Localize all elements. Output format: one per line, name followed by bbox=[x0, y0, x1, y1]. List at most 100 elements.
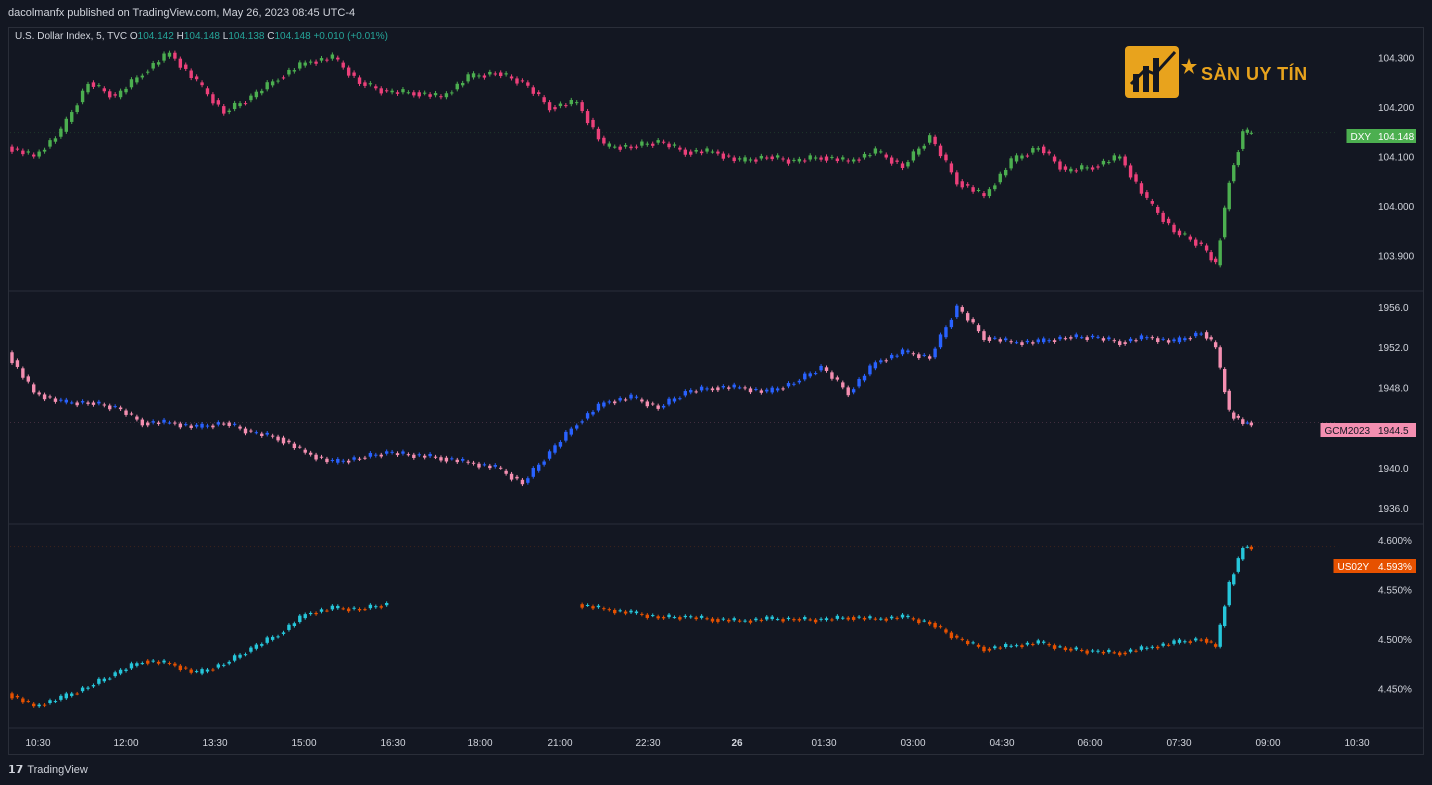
candle-body bbox=[249, 95, 253, 101]
candle-body bbox=[254, 644, 259, 649]
candle-body bbox=[955, 172, 959, 185]
candle-body bbox=[1139, 183, 1144, 194]
candle-body bbox=[184, 667, 188, 669]
candle-body bbox=[1085, 650, 1089, 654]
candle-body bbox=[955, 635, 959, 638]
candle-body bbox=[1069, 168, 1073, 172]
candle-body bbox=[238, 654, 242, 658]
candle-body bbox=[243, 428, 248, 434]
candle-body bbox=[450, 458, 454, 460]
candle-body bbox=[1042, 146, 1046, 154]
candle-body bbox=[504, 73, 508, 75]
candle-body bbox=[439, 96, 443, 98]
candle-body bbox=[754, 618, 758, 621]
candle-body bbox=[1172, 640, 1176, 644]
candle-body bbox=[352, 72, 356, 76]
candle-body bbox=[1042, 641, 1046, 643]
candle-body bbox=[113, 406, 117, 408]
candle-body bbox=[118, 669, 123, 674]
candle-body bbox=[265, 82, 269, 90]
candle-body bbox=[1134, 340, 1138, 342]
candle-body bbox=[1025, 155, 1030, 157]
candle-body bbox=[341, 608, 345, 610]
candle-body bbox=[113, 94, 117, 96]
candle-body bbox=[580, 102, 584, 112]
candle-body bbox=[797, 158, 802, 162]
candle-body bbox=[243, 103, 248, 105]
candle-body bbox=[949, 632, 954, 639]
candle-body bbox=[922, 620, 926, 622]
candle-body bbox=[803, 160, 807, 162]
candle-body bbox=[661, 141, 666, 143]
candle-body bbox=[607, 609, 611, 611]
candle-body bbox=[439, 457, 443, 461]
candle-body bbox=[781, 388, 785, 390]
candle-body bbox=[1145, 647, 1149, 649]
candle-body bbox=[737, 158, 742, 160]
candle-body bbox=[1232, 165, 1236, 182]
candle-body bbox=[357, 458, 362, 460]
candle-body bbox=[949, 163, 954, 173]
candle-body bbox=[841, 157, 845, 160]
candle-body bbox=[765, 616, 769, 620]
candle-body bbox=[129, 79, 134, 88]
candle-body bbox=[32, 154, 36, 157]
candle-body bbox=[678, 147, 682, 150]
candle-body bbox=[982, 646, 986, 652]
candle-body bbox=[1199, 242, 1203, 244]
candle-body bbox=[596, 605, 601, 608]
candle-body bbox=[471, 73, 476, 78]
candle-body bbox=[374, 606, 378, 608]
chart-svg[interactable]: 104.300 104.200 104.100 104.000 103.900 DXY 10… bbox=[0, 0, 1432, 785]
candle-body bbox=[91, 685, 96, 687]
candle-body bbox=[770, 387, 774, 393]
candle-body bbox=[287, 69, 291, 75]
candle-body bbox=[786, 617, 791, 620]
candle-body bbox=[933, 136, 937, 145]
y-tick-label: 4.500% bbox=[1378, 635, 1412, 646]
candle-body bbox=[634, 146, 639, 148]
candle-body bbox=[1020, 645, 1024, 648]
candle-body bbox=[1150, 646, 1154, 648]
candle-body bbox=[314, 454, 318, 460]
candle-body bbox=[1036, 339, 1040, 343]
y-tick-label: 1952.0 bbox=[1378, 343, 1409, 354]
candle-body bbox=[759, 390, 764, 393]
candle-body bbox=[721, 386, 726, 388]
candle-body bbox=[661, 405, 666, 408]
candle-body bbox=[667, 143, 671, 148]
candle-body bbox=[444, 93, 449, 98]
candle-body bbox=[651, 403, 655, 405]
candle-body bbox=[1063, 166, 1068, 170]
x-tick-label: 04:30 bbox=[989, 738, 1014, 749]
candle-body bbox=[477, 463, 481, 468]
candle-body bbox=[857, 159, 861, 161]
candle-body bbox=[537, 464, 541, 471]
candle-body bbox=[42, 149, 47, 152]
candle-body bbox=[1123, 156, 1127, 166]
candle-body bbox=[716, 151, 720, 154]
candle-body bbox=[1118, 341, 1122, 345]
candle-body bbox=[216, 664, 221, 668]
candle-body bbox=[1036, 640, 1040, 644]
candle-body bbox=[1014, 645, 1019, 647]
candle-body bbox=[1223, 369, 1227, 393]
candle-body bbox=[759, 155, 764, 159]
candle-body bbox=[1199, 639, 1203, 641]
candle-body bbox=[64, 399, 68, 403]
candle-body bbox=[1218, 240, 1222, 266]
candle-body bbox=[993, 646, 997, 649]
candle-body bbox=[1003, 643, 1008, 647]
candle-body bbox=[281, 632, 286, 634]
candle-body bbox=[542, 461, 546, 465]
candle-body bbox=[75, 105, 79, 113]
candle-body bbox=[227, 661, 231, 664]
candle-body bbox=[1194, 239, 1198, 246]
candle-body bbox=[232, 102, 237, 110]
candle-body bbox=[281, 77, 286, 79]
candle-body bbox=[10, 146, 14, 152]
candle-body bbox=[379, 454, 383, 457]
candle-body bbox=[629, 146, 633, 149]
candle-body bbox=[135, 77, 139, 83]
candle-body bbox=[509, 473, 514, 480]
